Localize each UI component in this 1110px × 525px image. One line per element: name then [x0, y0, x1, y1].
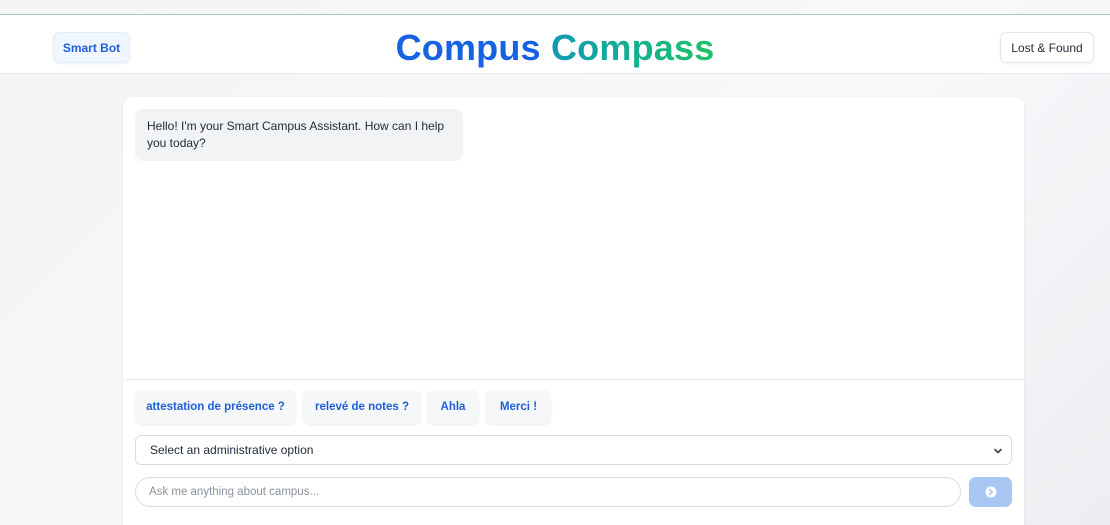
title-word-compass: Compass [550, 27, 715, 68]
page-title: Compus Compass [0, 27, 1110, 69]
lost-and-found-button[interactable]: Lost & Found [1000, 32, 1094, 63]
quick-reply-releve[interactable]: relevé de notes ? [303, 390, 421, 424]
quick-reply-merci[interactable]: Merci ! [486, 390, 551, 424]
bot-message: Hello! I'm your Smart Campus Assistant. … [135, 109, 463, 161]
chat-input[interactable] [136, 478, 960, 506]
top-header: Smart Bot Compus Compass Lost & Found [0, 14, 1110, 74]
chat-card: Hello! I'm your Smart Campus Assistant. … [123, 97, 1024, 525]
send-button[interactable] [969, 477, 1012, 507]
quick-reply-ahla[interactable]: Ahla [427, 390, 479, 424]
arrow-right-circle-icon [985, 486, 996, 498]
message-list[interactable]: Hello! I'm your Smart Campus Assistant. … [123, 97, 1024, 379]
title-word-compus: Compus [395, 27, 541, 68]
select-value: Select an administrative option [150, 443, 314, 457]
chevron-down-icon [994, 448, 1002, 454]
divider [123, 379, 1024, 380]
quick-reply-attestation[interactable]: attestation de présence ? [135, 390, 296, 424]
administrative-option-select[interactable]: Select an administrative option [135, 435, 1012, 465]
chat-input-wrapper [135, 477, 961, 507]
